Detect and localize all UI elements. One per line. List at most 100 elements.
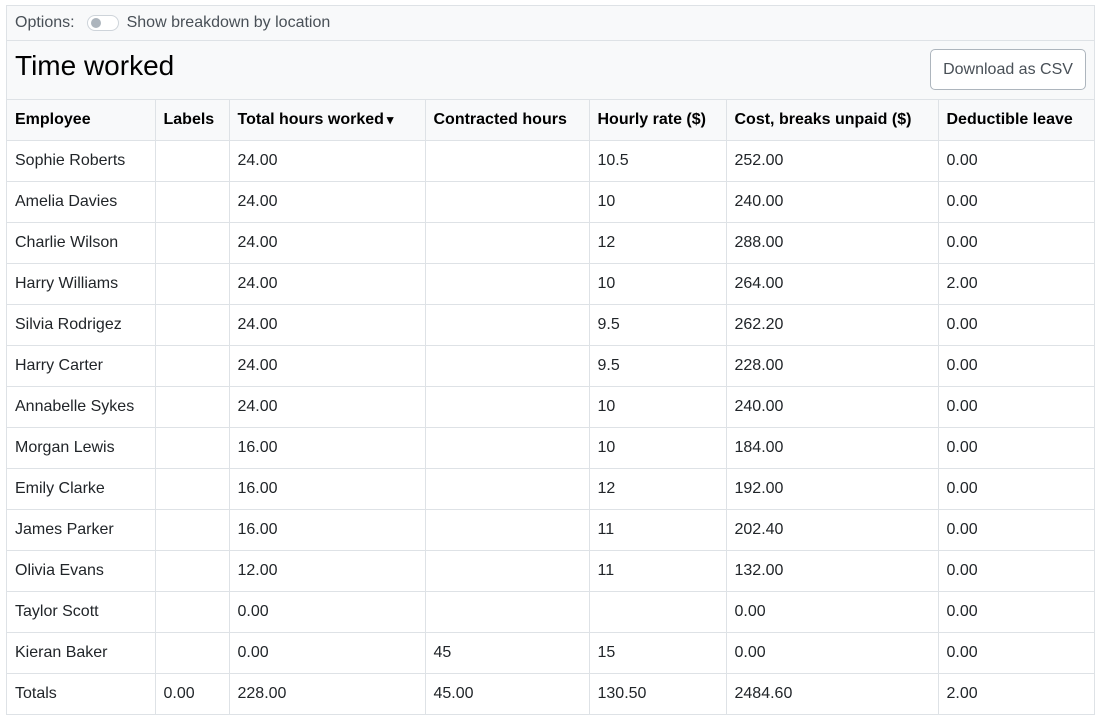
- cell-deductible-leave: 0.00: [938, 427, 1094, 469]
- cell-labels: [155, 386, 230, 428]
- cell-contracted-hours: [425, 263, 590, 305]
- column-header-cost[interactable]: Cost, breaks unpaid ($): [726, 100, 939, 141]
- cell-contracted-hours: [425, 468, 590, 510]
- column-header-deductible-leave[interactable]: Deductible leave: [938, 100, 1094, 141]
- total-contracted-hours: 45.00: [425, 673, 590, 714]
- cell-total-hours: 24.00: [229, 263, 426, 305]
- column-header-contracted-hours[interactable]: Contracted hours: [425, 100, 590, 141]
- cell-total-hours: 12.00: [229, 550, 426, 592]
- cell-total-hours: 24.00: [229, 181, 426, 223]
- cell-deductible-leave: 0.00: [938, 468, 1094, 510]
- cell-hourly-rate: 11: [589, 509, 727, 551]
- cell-employee[interactable]: Harry Carter: [7, 345, 156, 387]
- cell-labels: [155, 427, 230, 469]
- cell-employee[interactable]: Harry Williams: [7, 263, 156, 305]
- cell-total-hours: 16.00: [229, 427, 426, 469]
- cell-total-hours: 0.00: [229, 632, 426, 674]
- cell-cost: 264.00: [726, 263, 939, 305]
- cell-total-hours: 0.00: [229, 591, 426, 633]
- column-header-label: Contracted hours: [433, 111, 567, 128]
- cell-cost: 228.00: [726, 345, 939, 387]
- page-title: Time worked: [15, 50, 175, 81]
- cell-employee[interactable]: Olivia Evans: [7, 550, 156, 592]
- sort-desc-icon[interactable]: ▾: [387, 112, 394, 127]
- toggle-label[interactable]: Show breakdown by location: [127, 14, 331, 32]
- cell-employee[interactable]: Morgan Lewis: [7, 427, 156, 469]
- cell-hourly-rate: 10.5: [589, 140, 727, 182]
- cell-deductible-leave: 0.00: [938, 550, 1094, 592]
- cell-deductible-leave: 2.00: [938, 263, 1094, 305]
- cell-total-hours: 16.00: [229, 468, 426, 510]
- cell-deductible-leave: 0.00: [938, 591, 1094, 633]
- cell-deductible-leave: 0.00: [938, 222, 1094, 264]
- cell-cost: 192.00: [726, 468, 939, 510]
- table-row: Amelia Davies 24.00 10 240.00 0.00: [7, 181, 1094, 223]
- cell-cost: 184.00: [726, 427, 939, 469]
- cell-employee[interactable]: Kieran Baker: [7, 632, 156, 674]
- toggle-knob: [90, 18, 101, 28]
- cell-hourly-rate: 10: [589, 386, 727, 428]
- options-bar: Options: Show breakdown by location: [7, 6, 1094, 41]
- column-header-total-hours[interactable]: Total hours worked ▾: [229, 100, 426, 141]
- location-breakdown-toggle[interactable]: [86, 15, 119, 31]
- cell-labels: [155, 509, 230, 551]
- cell-employee[interactable]: Emily Clarke: [7, 468, 156, 510]
- cell-hourly-rate: 9.5: [589, 304, 727, 346]
- cell-hourly-rate: 11: [589, 550, 727, 592]
- cell-deductible-leave: 0.00: [938, 632, 1094, 674]
- cell-hourly-rate: 12: [589, 468, 727, 510]
- total-cost: 2484.60: [726, 673, 939, 714]
- cell-contracted-hours: [425, 140, 590, 182]
- cell-labels: [155, 345, 230, 387]
- cell-deductible-leave: 0.00: [938, 181, 1094, 223]
- totals-row: Totals 0.00 228.00 45.00 130.50 2484.60 2.00: [7, 673, 1094, 714]
- table-row: Sophie Roberts 24.00 10.5 252.00 0.00: [7, 140, 1094, 182]
- table-row: Olivia Evans 12.00 11 132.00 0.00: [7, 550, 1094, 592]
- cell-labels: [155, 632, 230, 674]
- cell-labels: [155, 304, 230, 346]
- total-deductible-leave: 2.00: [946, 685, 978, 702]
- column-header-hourly-rate[interactable]: Hourly rate ($): [589, 100, 727, 141]
- cell-contracted-hours: [425, 550, 590, 592]
- cell-cost: 202.40: [726, 509, 939, 551]
- cell-deductible-leave: 0.00: [938, 345, 1094, 387]
- cell-cost: 252.00: [726, 140, 939, 182]
- table-row: James Parker 16.00 11 202.40 0.00: [7, 509, 1094, 551]
- cell-contracted-hours: [425, 304, 590, 346]
- cell-deductible-leave: 0.00: [938, 509, 1094, 551]
- table-row: Morgan Lewis 16.00 10 184.00 0.00: [7, 427, 1094, 469]
- cell-total-hours: 16.00: [229, 509, 426, 551]
- column-header-labels[interactable]: Labels: [155, 100, 230, 141]
- cell-contracted-hours: [425, 222, 590, 264]
- table-row: Silvia Rodrigez 24.00 9.5 262.20 0.00: [7, 304, 1094, 346]
- column-header-label: Hourly rate ($): [597, 111, 706, 128]
- totals-label: Totals: [7, 673, 156, 714]
- cell-hourly-rate: 9.5: [589, 345, 727, 387]
- cell-employee[interactable]: James Parker: [7, 509, 156, 551]
- cell-employee[interactable]: Silvia Rodrigez: [7, 304, 156, 346]
- time-worked-panel: Options: Show breakdown by location Time…: [6, 5, 1095, 715]
- total-total-hours: 228.00: [229, 673, 426, 714]
- cell-employee[interactable]: Amelia Davies: [7, 181, 156, 223]
- table-row: Taylor Scott 0.00 0.00 0.00: [7, 591, 1094, 633]
- column-header-employee[interactable]: Employee: [7, 100, 156, 141]
- cell-cost: 240.00: [726, 181, 939, 223]
- cell-employee[interactable]: Sophie Roberts: [7, 140, 156, 182]
- total-labels: 0.00: [155, 673, 230, 714]
- cell-cost: 262.20: [726, 304, 939, 346]
- cell-employee[interactable]: Annabelle Sykes: [7, 386, 156, 428]
- cell-total-hours: 24.00: [229, 386, 426, 428]
- cell-contracted-hours: [425, 345, 590, 387]
- cell-employee[interactable]: Charlie Wilson: [7, 222, 156, 264]
- cell-employee[interactable]: Taylor Scott: [7, 591, 156, 633]
- table-body: Sophie Roberts 24.00 10.5 252.00 0.00 Amelia …: [7, 140, 1094, 714]
- cell-labels: [155, 468, 230, 510]
- column-header-label: Deductible leave: [946, 111, 1073, 128]
- cell-hourly-rate: 10: [589, 181, 727, 223]
- cell-labels: [155, 181, 230, 223]
- cell-total-hours: 24.00: [229, 304, 426, 346]
- table-row: Kieran Baker 0.00 45 15 0.00 0.00: [7, 632, 1094, 674]
- time-worked-table: Employee Labels Total hours worked ▾ Contrac…: [7, 100, 1094, 714]
- cell-contracted-hours: [425, 181, 590, 223]
- download-csv-button[interactable]: Download as CSV: [930, 49, 1086, 90]
